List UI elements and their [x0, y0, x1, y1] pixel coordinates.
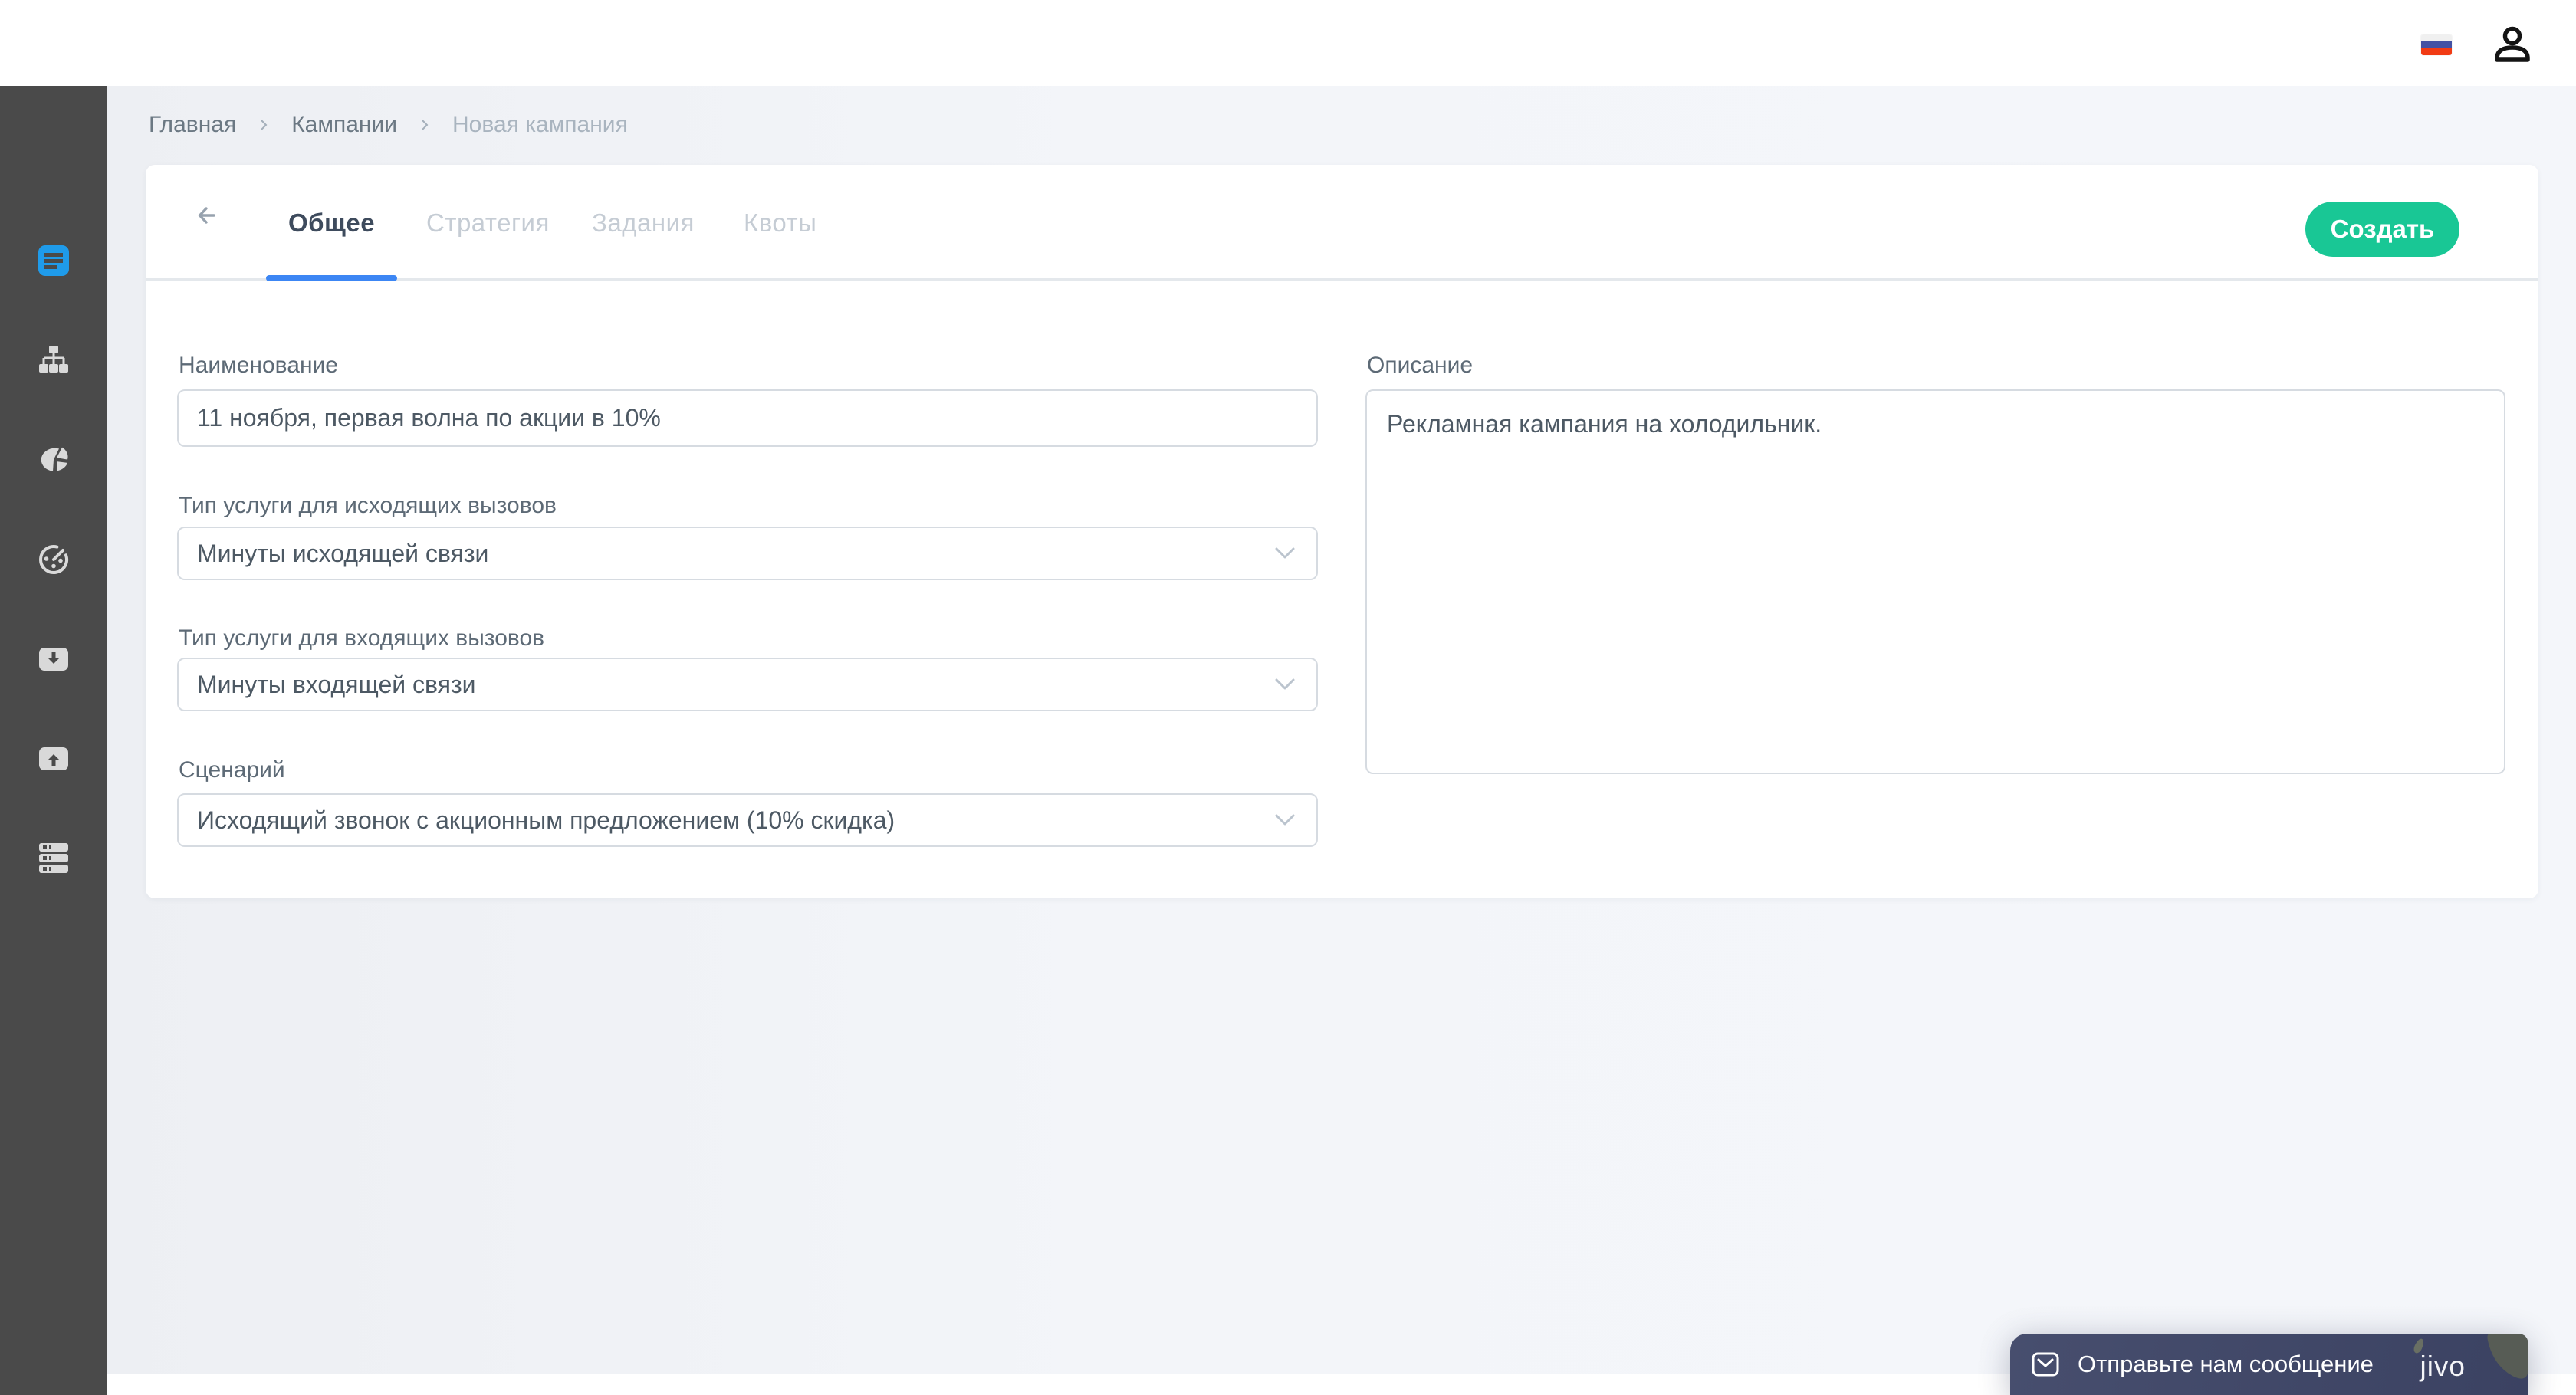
timer-icon[interactable] [37, 543, 71, 576]
active-tab-underline [266, 275, 397, 281]
chevron-right-icon [422, 120, 429, 130]
pie-chart-icon[interactable] [37, 443, 71, 477]
chevron-down-icon [1275, 547, 1295, 559]
scenario-value: Исходящий звонок с акционным предложение… [197, 806, 895, 834]
envelope-icon [2032, 1352, 2059, 1377]
jivo-logo: jivo [2420, 1351, 2466, 1382]
breadcrumb-home[interactable]: Главная [149, 112, 236, 138]
language-flag-icon[interactable] [2421, 34, 2452, 55]
flag-stripe-red [2421, 48, 2452, 55]
back-button[interactable] [190, 199, 224, 232]
content-area: Главная Кампании Новая кампания Общее Ст… [107, 86, 2576, 1374]
outgoing-service-label: Тип услуги для исходящих вызовов [179, 493, 557, 518]
outgoing-service-value: Минуты исходящей связи [197, 539, 489, 567]
tab-tasks[interactable]: Задания [592, 208, 695, 238]
incoming-service-label: Тип услуги для входящих вызовов [179, 625, 545, 651]
chat-message: Отправьте нам сообщение [2078, 1351, 2374, 1377]
tab-strategy[interactable]: Стратегия [426, 208, 550, 238]
inbox-up-icon[interactable] [37, 742, 71, 776]
chevron-right-icon [261, 120, 268, 130]
incoming-service-select[interactable]: Минуты входящей связи [177, 658, 1318, 711]
server-icon[interactable] [37, 842, 71, 875]
breadcrumb-campaigns[interactable]: Кампании [291, 112, 397, 138]
name-input[interactable] [177, 389, 1318, 447]
scenario-select[interactable]: Исходящий звонок с акционным предложение… [177, 793, 1318, 847]
outgoing-service-select[interactable]: Минуты исходящей связи [177, 527, 1318, 580]
feed-icon[interactable] [37, 244, 71, 277]
chevron-down-icon [1275, 678, 1295, 690]
user-icon[interactable] [2492, 25, 2533, 66]
top-bar [0, 0, 2576, 86]
tabs-divider [146, 278, 2538, 281]
name-label: Наименование [179, 353, 338, 378]
incoming-service-value: Минуты входящей связи [197, 670, 476, 698]
description-label: Описание [1367, 353, 1474, 378]
tab-quotas[interactable]: Квоты [744, 208, 816, 238]
create-button[interactable]: Создать [2305, 202, 2459, 257]
inbox-down-icon[interactable] [37, 642, 71, 676]
description-textarea[interactable]: Рекламная кампания на холодильник. [1365, 389, 2505, 774]
scenario-label: Сценарий [179, 757, 285, 783]
app-window: Главная Кампании Новая кампания Общее Ст… [0, 0, 2576, 1395]
breadcrumb-current: Новая кампания [452, 112, 628, 137]
flag-stripe-white [2421, 34, 2452, 41]
chat-widget[interactable]: Отправьте нам сообщение jivo [2010, 1334, 2528, 1395]
breadcrumb: Главная Кампании Новая кампания [149, 112, 628, 138]
flag-stripe-blue [2421, 41, 2452, 48]
campaign-card: Общее Стратегия Задания Квоты Создать На… [146, 165, 2538, 898]
sidebar [0, 86, 107, 1395]
tab-general[interactable]: Общее [288, 208, 375, 238]
sitemap-icon[interactable] [37, 343, 71, 377]
chevron-down-icon [1275, 814, 1295, 826]
